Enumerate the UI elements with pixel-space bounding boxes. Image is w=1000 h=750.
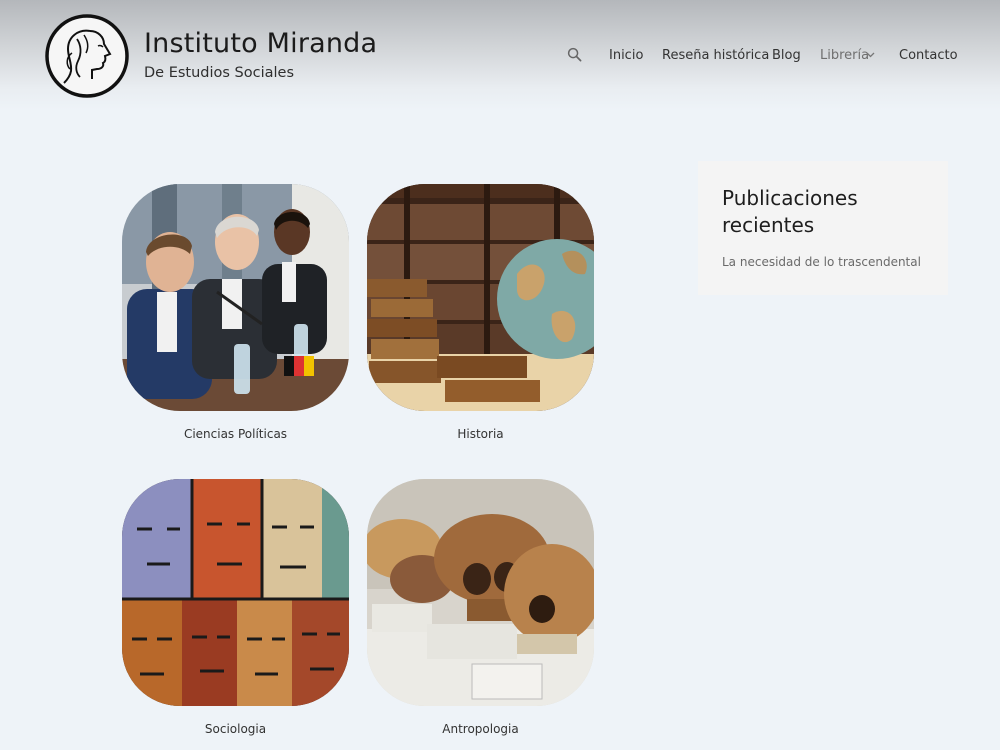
historia-label[interactable]: Historia bbox=[367, 427, 594, 441]
sociologia-image[interactable] bbox=[122, 479, 349, 706]
nav-item-inicio[interactable]: Inicio bbox=[609, 48, 643, 63]
recent-post-link[interactable]: La necesidad de lo trascendental bbox=[722, 255, 921, 269]
chevron-down-icon[interactable] bbox=[866, 52, 875, 58]
antropologia-image[interactable] bbox=[367, 479, 594, 706]
sociologia-label[interactable]: Sociologia bbox=[122, 722, 349, 736]
search-icon[interactable] bbox=[567, 47, 582, 62]
recent-posts-widget: Publicaciones recientes La necesidad de … bbox=[698, 161, 948, 295]
site-title[interactable]: Instituto Miranda bbox=[144, 28, 377, 59]
nav-item-contacto[interactable]: Contacto bbox=[899, 48, 958, 63]
antropologia-label[interactable]: Antropologia bbox=[367, 722, 594, 736]
nav-item-blog[interactable]: Blog bbox=[772, 48, 801, 63]
nav-item-libreria[interactable]: Librería bbox=[820, 48, 869, 63]
site-tagline: De Estudios Sociales bbox=[144, 65, 295, 81]
widget-title: Publicaciones recientes bbox=[722, 186, 858, 237]
ciencias-politicas-label[interactable]: Ciencias Políticas bbox=[122, 427, 349, 441]
ciencias-politicas-image[interactable] bbox=[122, 184, 349, 411]
historia-image[interactable] bbox=[367, 184, 594, 411]
woman-profile-logo-icon[interactable] bbox=[44, 13, 130, 99]
site-header: Instituto Miranda De Estudios Sociales I… bbox=[0, 0, 1000, 110]
nav-item-resena-historica[interactable]: Reseña histórica bbox=[662, 48, 769, 63]
